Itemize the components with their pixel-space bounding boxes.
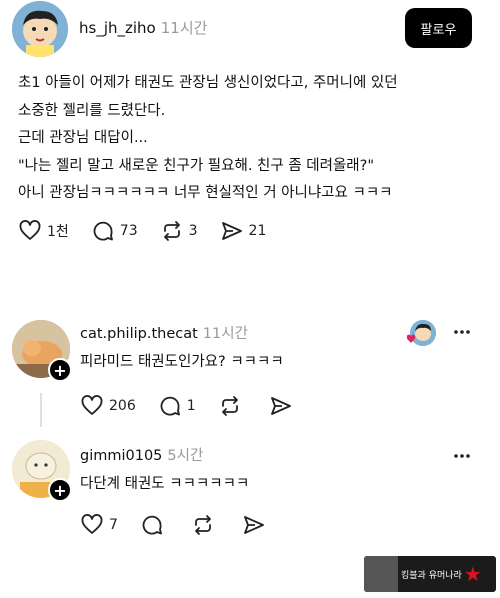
more-options-icon[interactable] (450, 320, 474, 344)
comment-timestamp: 11시간 (202, 326, 248, 342)
repost-button[interactable] (218, 394, 247, 418)
reply-count: 1 (186, 398, 196, 414)
like-count: 206 (109, 398, 136, 414)
post-body-line: 근데 관장님 대답이... (18, 130, 148, 146)
author-name[interactable]: hs_jh_ziho (79, 19, 156, 37)
comment-icon (160, 396, 180, 416)
repost-icon (195, 515, 211, 535)
comment-count: 73 (119, 223, 138, 239)
comment-actions: 206 1 (80, 394, 320, 418)
post-body: 초1 아들이 어제가 태권도 관장님 생신이었다고, 주머니에 있던 소중한 젤… (18, 70, 488, 208)
watermark-logo: 킹블과 유머나라 ★ (364, 556, 496, 592)
share-button[interactable] (269, 394, 298, 418)
comment-icon (142, 515, 162, 535)
watermark-image (364, 556, 398, 592)
comment-button[interactable]: 73 (91, 219, 138, 243)
repost-count: 3 (188, 223, 198, 239)
author-avatar-image (12, 1, 68, 57)
follow-plus-icon[interactable]: + (48, 478, 72, 502)
comment-item: + cat.philip.thecat 11시간 피라미드 태권도인가요? ㅋㅋㅋ… (0, 300, 500, 430)
like-count: 1천 (47, 224, 69, 240)
comment-timestamp: 5시간 (167, 448, 204, 464)
repost-icon (221, 396, 238, 416)
send-icon (244, 516, 264, 534)
liked-heart-icon (406, 334, 416, 343)
reply-button[interactable] (140, 513, 169, 537)
post-body-line: "나는 젤리 말고 새로운 친구가 필요해. 친구 좀 데려올래?" (18, 157, 374, 174)
commenter-username[interactable]: cat.philip.thecat 11시간 (80, 322, 248, 343)
author-avatar[interactable] (12, 1, 68, 57)
heart-icon (19, 220, 41, 240)
commenter-name[interactable]: gimmi0105 (80, 448, 162, 464)
share-button[interactable]: 21 (220, 219, 267, 243)
post-body-line: 소중한 젤리를 드렸단다. (18, 102, 166, 119)
follow-plus-icon[interactable]: + (48, 358, 72, 382)
share-count: 21 (248, 223, 267, 239)
comment-text: 피라미드 태권도인가요? ㅋㅋㅋㅋ (80, 354, 284, 370)
comment-icon (93, 221, 113, 241)
comment-actions: 7 (80, 513, 293, 537)
commenter-username[interactable]: gimmi0105 5시간 (80, 444, 203, 465)
star-icon: ★ (463, 562, 482, 586)
author-username[interactable]: hs_jh_ziho 11시간 (79, 17, 207, 38)
heart-icon (81, 514, 103, 534)
post-actions: 1천 73 3 21 (18, 219, 288, 243)
send-icon (221, 222, 242, 240)
watermark-text: 킹블과 유머나라 (401, 570, 462, 581)
post-body-line: 초1 아들이 어제가 태권도 관장님 생신이었다고, 주머니에 있던 (18, 75, 398, 91)
share-button[interactable] (242, 513, 271, 537)
repost-icon (163, 221, 180, 241)
commenter-name[interactable]: cat.philip.thecat (80, 326, 198, 342)
like-button[interactable]: 7 (80, 513, 118, 537)
like-count: 7 (109, 517, 118, 533)
like-button[interactable]: 1천 (18, 219, 69, 243)
comment-text: 다단계 태권도 ㅋㅋㅋㅋㅋㅋ (80, 476, 250, 492)
repost-button[interactable] (191, 513, 220, 537)
post-timestamp: 11시간 (160, 19, 208, 37)
comment-item: + gimmi0105 5시간 다단계 태권도 ㅋㅋㅋㅋㅋㅋ 7 (0, 430, 500, 550)
like-button[interactable]: 206 (80, 394, 136, 418)
send-icon (270, 397, 291, 415)
thread-line (40, 393, 42, 427)
follow-button[interactable]: 팔로우 (405, 8, 472, 48)
more-options-icon[interactable] (450, 444, 474, 468)
main-post: hs_jh_ziho 11시간 팔로우 초1 아들이 어제가 태권도 관장님 생신… (0, 0, 500, 300)
heart-icon (81, 395, 103, 415)
post-body-line: 아니 관장님ㅋㅋㅋㅋㅋㅋ 너무 현실적인 거 아니냐고요 ㅋㅋㅋ (18, 185, 393, 201)
repost-button[interactable]: 3 (160, 219, 198, 243)
reply-button[interactable]: 1 (158, 394, 196, 418)
